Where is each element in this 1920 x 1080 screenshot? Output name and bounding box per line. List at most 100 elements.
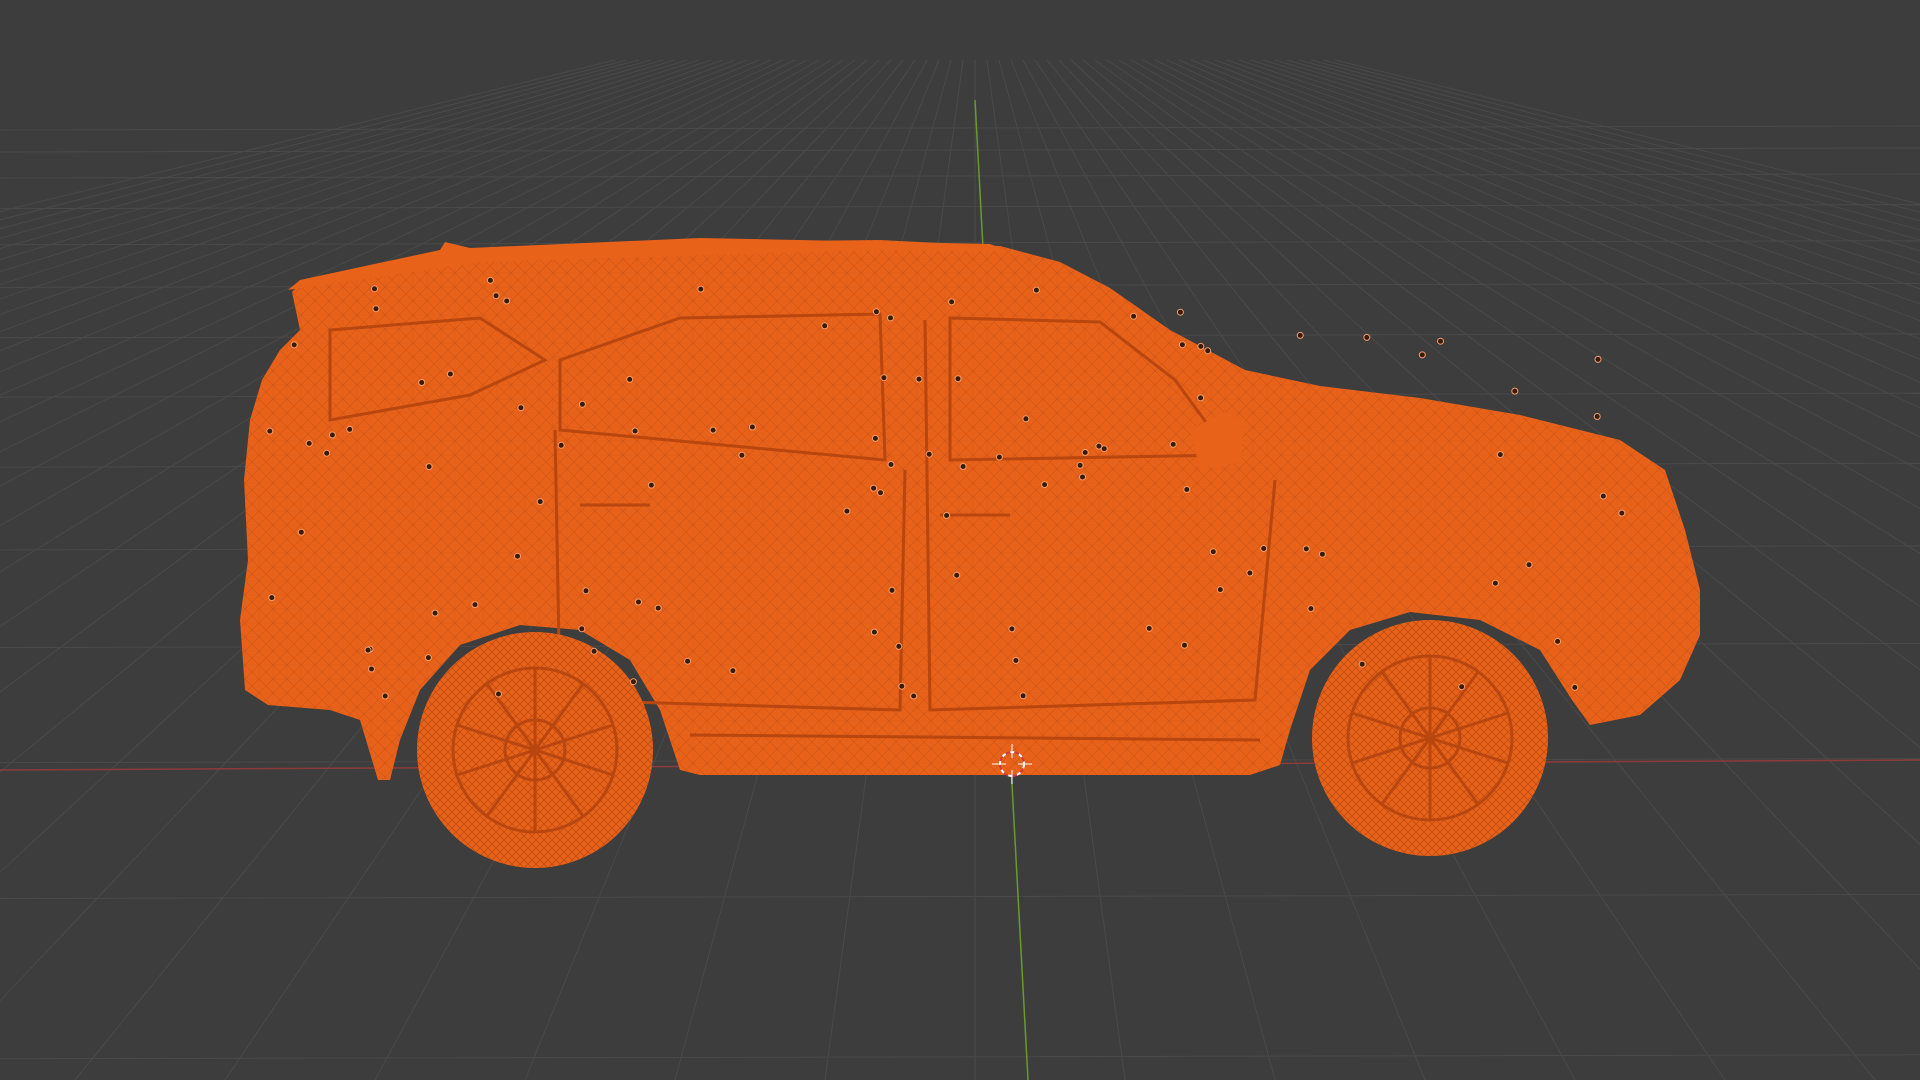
vertex-point (536, 498, 544, 506)
vertex-point (954, 375, 962, 383)
front-wheel[interactable] (1312, 620, 1548, 856)
vertex-point (418, 379, 426, 386)
vertex-point (492, 292, 500, 300)
vertex-point (872, 308, 880, 316)
vertex-point (1594, 355, 1602, 363)
vertex-point (895, 642, 903, 650)
vertex-point (1593, 413, 1601, 420)
vertex-point (425, 463, 433, 471)
vertex-point (323, 449, 331, 457)
vertex-point (1363, 333, 1371, 341)
vertex-point (446, 370, 454, 378)
vertex-point (1183, 486, 1191, 493)
vertex-point (709, 426, 717, 434)
vertex-point (1618, 509, 1626, 517)
vertex-point (1318, 550, 1326, 558)
grid-line (0, 1054, 1920, 1060)
vertex-point (557, 441, 565, 449)
vertex-point (1209, 548, 1217, 556)
vertex-point (368, 665, 375, 673)
vertex-point (1178, 341, 1186, 349)
vertex-point (503, 297, 511, 305)
vertex-point (1458, 683, 1466, 691)
vertex-point (514, 552, 521, 560)
vertex-point (1076, 461, 1084, 469)
grid-line (0, 893, 1920, 899)
vertex-point (1145, 624, 1153, 632)
vertex-point (995, 453, 1003, 461)
vertex-point (888, 586, 896, 594)
vertex-point (364, 646, 372, 654)
vertex-point (1176, 308, 1184, 316)
vertex-point (647, 481, 655, 489)
vertex-point (495, 690, 502, 698)
vertex-point (1095, 442, 1103, 450)
vertex-point (1437, 337, 1444, 345)
vertex-point (1418, 351, 1426, 359)
vertex-point (1246, 569, 1254, 577)
vertex-point (1032, 286, 1040, 294)
vertex-point (887, 314, 894, 322)
grid-line (0, 204, 1920, 210)
vertex-point (1511, 387, 1519, 395)
vertex-point (738, 451, 746, 459)
vertex-point (1302, 545, 1310, 553)
grid-line (0, 125, 1920, 131)
vertex-point (1491, 579, 1499, 587)
vertex-point (590, 647, 598, 655)
rear-wheel[interactable] (417, 632, 653, 868)
vertex-point (372, 305, 380, 313)
vertex-point (1204, 347, 1212, 355)
vertex-point (1019, 692, 1027, 700)
vertex-point (266, 427, 274, 435)
vertex-point (635, 598, 642, 606)
vertex-point (1525, 561, 1533, 569)
vertex-point (843, 507, 851, 515)
vertex-point (1496, 451, 1504, 459)
vertex-point (1130, 312, 1138, 320)
vertex-point (424, 654, 432, 662)
vertex-point (953, 571, 961, 579)
vertex-point (297, 528, 305, 536)
vertex-point (748, 423, 756, 431)
vertex-point (880, 374, 888, 382)
vertex-point (1041, 481, 1049, 489)
vertex-point (1358, 660, 1366, 668)
suv-wireframe-mesh[interactable] (240, 238, 1700, 868)
vertex-point (959, 463, 967, 470)
vertex-point (1599, 492, 1607, 500)
vertex-point (381, 692, 389, 700)
vertex-point (1197, 394, 1205, 402)
vertex-point (910, 692, 918, 700)
vertex-point (821, 322, 829, 330)
vertex-point (371, 285, 378, 293)
vertex-point (915, 375, 923, 383)
vertex-point (1216, 586, 1224, 594)
vertex-point (582, 587, 590, 595)
vertex-point (729, 667, 737, 675)
vertex-point (877, 489, 884, 497)
vertex-point (684, 657, 692, 665)
vertex-point (1008, 625, 1016, 633)
3d-viewport[interactable] (0, 0, 1920, 1080)
vertex-point (925, 450, 933, 458)
vertex-point (1081, 449, 1089, 456)
vertex-point (486, 276, 494, 284)
vertex-point (948, 298, 956, 306)
vertex-point (1079, 473, 1086, 481)
vertex-point (1296, 331, 1304, 339)
vertex-point (1307, 605, 1315, 613)
vertex-point (346, 425, 354, 433)
vertex-point (870, 484, 878, 492)
viewport-canvas[interactable] (0, 0, 1920, 1080)
vertex-point (1197, 342, 1205, 350)
vertex-point (305, 439, 313, 447)
vertex-point (943, 512, 951, 519)
vertex-point (626, 375, 634, 383)
vertex-point (578, 625, 586, 633)
vertex-point (871, 434, 879, 442)
vertex-point (268, 594, 276, 602)
vertex-point (631, 427, 639, 435)
vertex-point (1260, 545, 1268, 552)
vertex-point (471, 601, 479, 609)
